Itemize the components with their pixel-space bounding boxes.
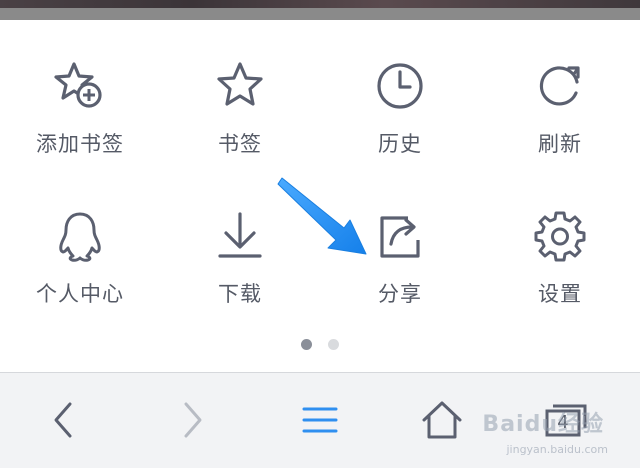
annotation-arrow-icon: [277, 177, 367, 255]
menu-item-label: 分享: [378, 282, 422, 306]
menu-icon: [302, 407, 338, 433]
download-icon: [218, 212, 262, 258]
background-photo-strip: [0, 0, 640, 20]
menu-item-label: 历史: [378, 132, 422, 156]
forward-button[interactable]: [162, 395, 222, 445]
menu-item-refresh[interactable]: 刷新: [480, 50, 640, 180]
refresh-icon: [539, 66, 580, 106]
menu-item-label: 设置: [538, 282, 582, 306]
menu-button[interactable]: [290, 395, 350, 445]
menu-item-label: 下载: [218, 282, 262, 306]
chevron-left-icon: [54, 402, 72, 438]
menu-item-settings[interactable]: 设置: [480, 200, 640, 330]
menu-item-label: 添加书签: [36, 132, 124, 156]
menu-item-bookmarks[interactable]: 书签: [160, 50, 320, 180]
menu-item-label: 书签: [218, 132, 262, 156]
menu-item-label: 刷新: [538, 132, 582, 156]
star-plus-icon: [54, 62, 102, 108]
page-dot-active[interactable]: [301, 339, 313, 350]
page-dot-inactive[interactable]: [327, 339, 339, 350]
qq-penguin-icon: [59, 212, 101, 262]
menu-item-add-bookmark[interactable]: 添加书签: [0, 50, 160, 180]
page-indicator: [0, 334, 640, 350]
bottom-toolbar: 4 Baidu经验 jingyan.baidu.com: [0, 372, 640, 468]
home-button[interactable]: [412, 395, 472, 445]
home-icon: [422, 401, 462, 439]
back-button[interactable]: [34, 395, 94, 445]
menu-item-personal-center[interactable]: 个人中心: [0, 200, 160, 330]
chevron-right-icon: [184, 402, 202, 438]
menu-item-history[interactable]: 历史: [320, 50, 480, 180]
watermark-url: jingyan.baidu.com: [506, 443, 608, 456]
star-icon: [217, 62, 263, 106]
clock-icon: [377, 63, 423, 109]
gear-icon: [534, 211, 586, 262]
menu-item-label: 个人中心: [36, 282, 124, 306]
watermark-logo: Baidu经验: [482, 412, 604, 437]
